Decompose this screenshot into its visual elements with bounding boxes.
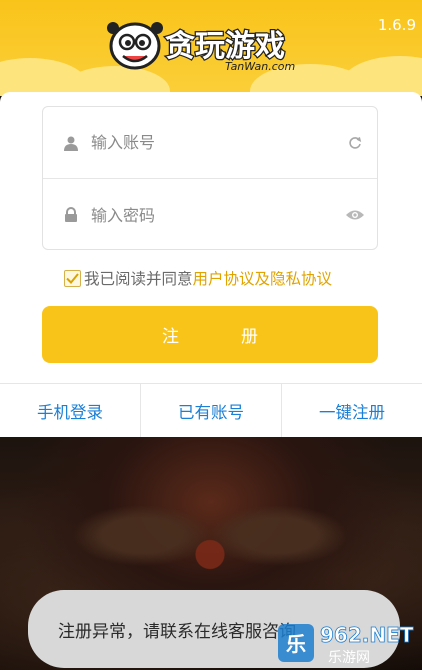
tab-phone-login[interactable]: 手机登录 [0,384,140,437]
mascot-icon [107,22,163,70]
register-card: 我已阅读并同意 用户协议及隐私协议 注册 手机登录 已有账号 一键注册 [0,92,422,437]
toast-message: 注册异常，请联系在线客服咨询 [58,621,296,642]
credentials-box [42,106,378,250]
account-input[interactable] [91,122,339,163]
header-banner: 贪玩游戏 TanWan.com 1.6.9 [0,0,422,96]
agreement-checkbox[interactable] [64,269,81,287]
svg-text:乐游网: 乐游网 [328,650,370,666]
refresh-icon[interactable] [339,136,371,150]
svg-text:TanWan.com: TanWan.com [225,60,295,73]
cloud-decoration [340,56,422,96]
svg-text:贪玩游戏: 贪玩游戏 [165,29,285,64]
version-label: 1.6.9 [377,16,416,34]
lock-icon [51,207,91,223]
password-input[interactable] [91,195,339,235]
site-watermark: 乐 962.NET 乐游网 [278,623,414,666]
svg-text:乐: 乐 [286,632,306,656]
bottom-tabs: 手机登录 已有账号 一键注册 [0,383,422,437]
password-field [43,179,377,251]
user-icon [51,135,91,151]
svg-text:962.NET: 962.NET [320,623,414,647]
tanwan-logo: 贪玩游戏 TanWan.com [107,22,295,73]
agreement-link[interactable]: 用户协议及隐私协议 [193,267,333,289]
tab-one-click-register[interactable]: 一键注册 [281,384,422,437]
register-button[interactable]: 注册 [42,306,378,363]
account-field [43,107,377,179]
eye-icon[interactable] [339,208,371,222]
agreement-text: 我已阅读并同意 [84,270,193,288]
tab-existing-account[interactable]: 已有账号 [140,384,281,437]
agreement-row: 我已阅读并同意 用户协议及隐私协议 [64,266,332,290]
